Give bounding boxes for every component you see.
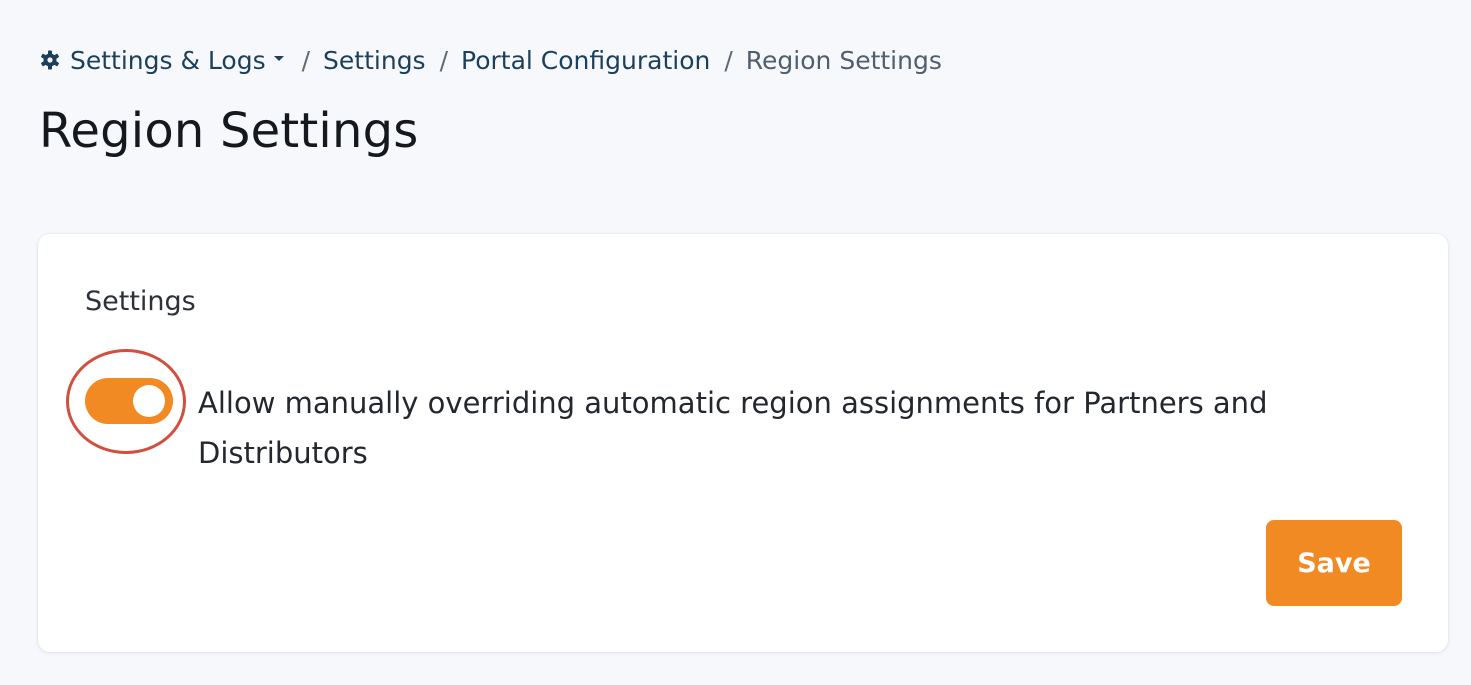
breadcrumb: Settings & Logs / Settings / Portal Conf…: [40, 42, 942, 78]
breadcrumb-separator: /: [301, 45, 311, 75]
settings-card: Settings Allow manually overriding autom…: [38, 234, 1448, 652]
region-override-toggle[interactable]: [85, 378, 173, 424]
breadcrumb-current-region-settings: Region Settings: [745, 45, 942, 75]
toggle-knob: [133, 385, 165, 417]
breadcrumb-separator: /: [724, 45, 733, 75]
chevron-down-icon[interactable]: [273, 55, 284, 61]
save-button[interactable]: Save: [1266, 520, 1402, 606]
toggle-label: Allow manually overriding automatic regi…: [198, 386, 1268, 470]
breadcrumb-settings-logs[interactable]: Settings & Logs: [70, 46, 266, 75]
breadcrumb-portal-configuration[interactable]: Portal Configuration: [461, 46, 710, 75]
breadcrumb-settings[interactable]: Settings: [323, 46, 426, 75]
page-title: Region Settings: [39, 103, 419, 159]
gear-icon[interactable]: [40, 50, 60, 70]
breadcrumb-separator: /: [439, 45, 449, 75]
section-title: Settings: [85, 286, 196, 317]
